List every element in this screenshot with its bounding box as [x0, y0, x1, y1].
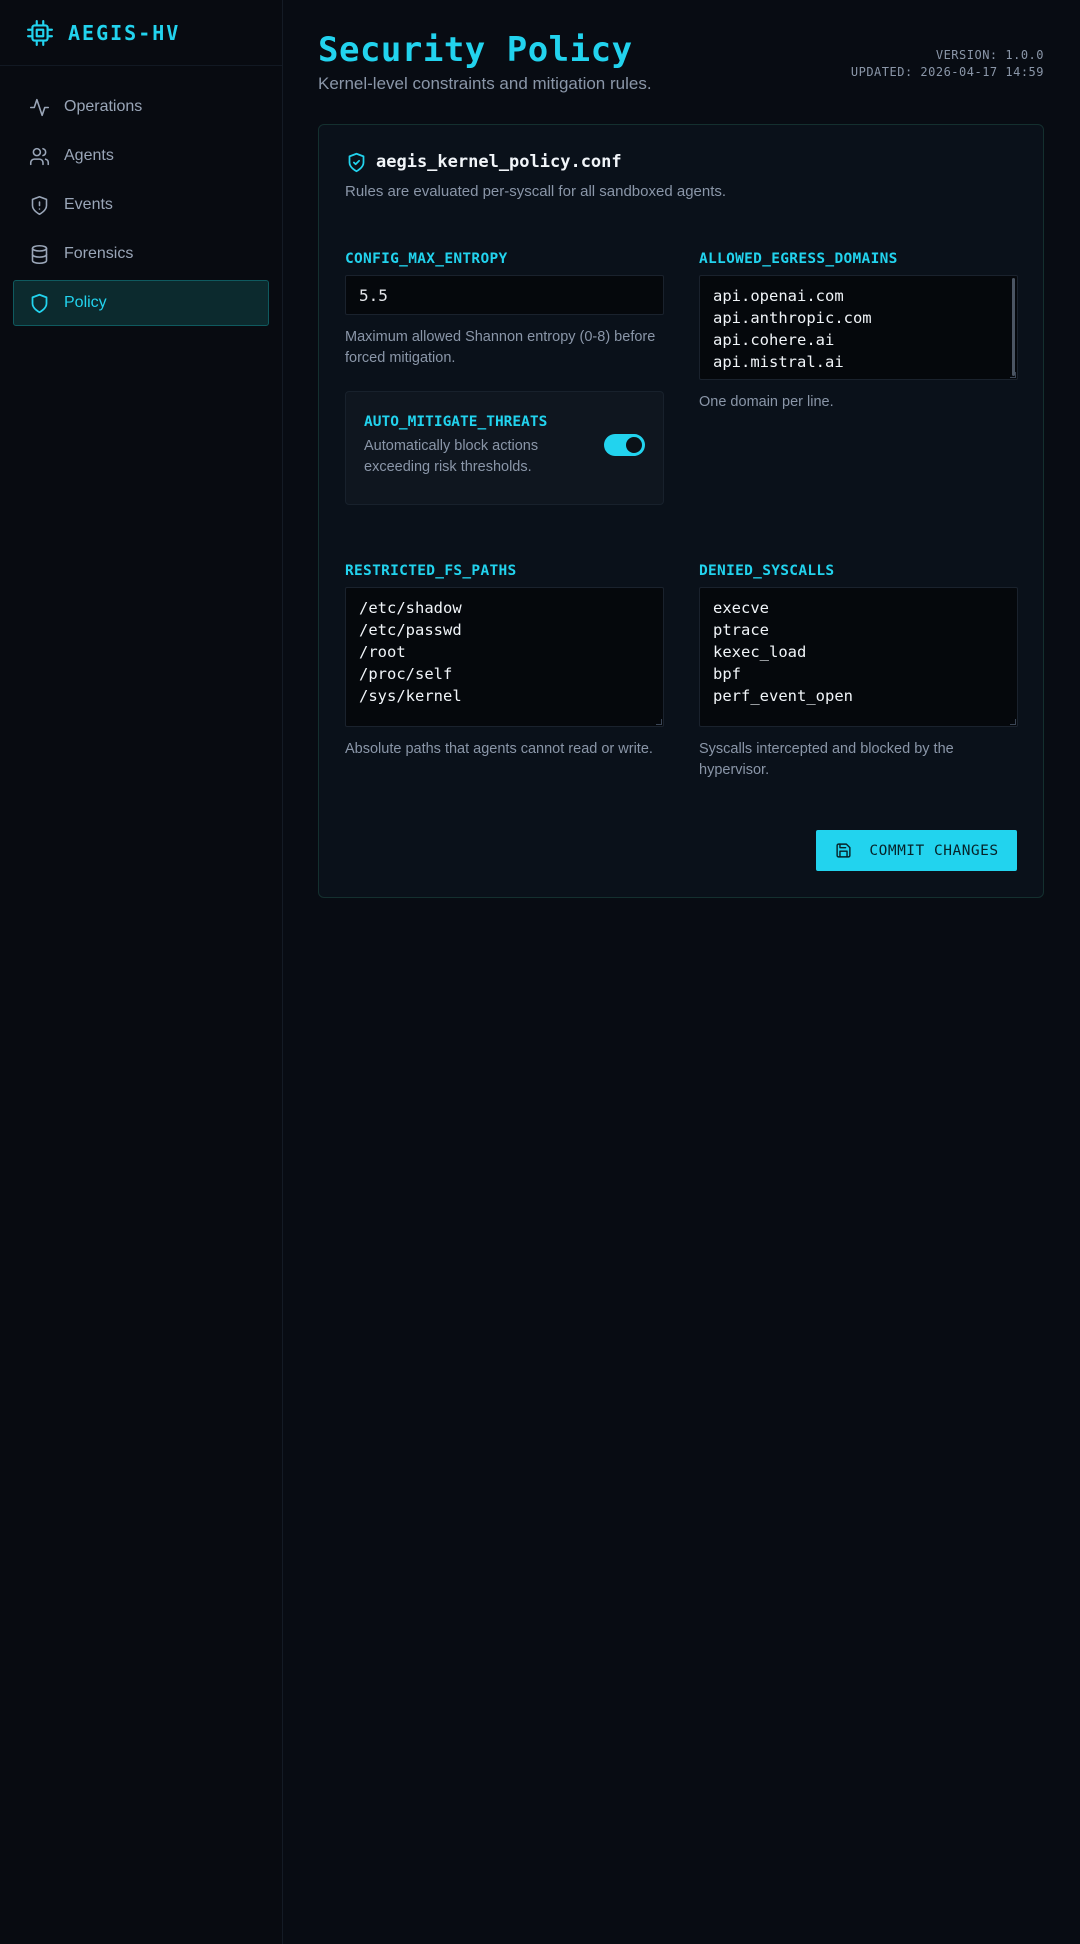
restricted-fs-paths-textarea[interactable]: /etc/shadow /etc/passwd /root /proc/self…: [345, 587, 664, 727]
field-help: One domain per line.: [699, 394, 834, 410]
textarea-line: perf_event_open: [713, 687, 853, 705]
textarea-scrollbar[interactable]: [1012, 278, 1015, 376]
sidebar-item-policy[interactable]: Policy: [13, 280, 269, 326]
max-entropy-field: CONFIG_MAX_ENTROPY 5.5 Maximum allowed S…: [345, 251, 664, 369]
textarea-line: ptrace: [713, 621, 769, 639]
textarea-line: /proc/self: [359, 665, 453, 683]
shield-check-icon: [345, 151, 367, 173]
textarea-line: /root: [359, 643, 406, 661]
policy-file-name: aegis_kernel_policy.conf: [376, 152, 622, 172]
field-label: CONFIG_MAX_ENTROPY: [345, 251, 508, 267]
textarea-line: kexec_load: [713, 643, 807, 661]
restricted-fs-paths-field: RESTRICTED_FS_PATHS /etc/shadow /etc/pas…: [345, 563, 664, 760]
textarea-line: /etc/shadow: [359, 599, 462, 617]
denied-syscalls-textarea[interactable]: execve ptrace kexec_load bpf perf_event_…: [699, 587, 1018, 727]
max-entropy-input[interactable]: 5.5: [345, 275, 664, 315]
textarea-line: /etc/passwd: [359, 621, 462, 639]
sidebar-item-label: Events: [64, 196, 113, 213]
shield-alert-icon: [28, 194, 50, 216]
textarea-line: api.mistral.ai: [713, 353, 844, 371]
app-name: AEGIS-HV: [68, 20, 181, 45]
commit-changes-button[interactable]: COMMIT CHANGES: [816, 830, 1017, 871]
sidebar-item-label: Agents: [64, 147, 114, 164]
egress-domains-field: ALLOWED_EGRESS_DOMAINS api.openai.com ap…: [699, 251, 1018, 413]
cpu-icon: [26, 19, 54, 47]
shield-icon: [28, 292, 50, 314]
sidebar-item-events[interactable]: Events: [13, 182, 269, 228]
sidebar-item-label: Operations: [64, 98, 143, 115]
sidebar-item-agents[interactable]: Agents: [13, 133, 269, 179]
auto-mitigate-panel: AUTO_MITIGATE_THREATS Automatically bloc…: [345, 391, 664, 505]
save-icon: [834, 842, 852, 860]
version-text: VERSION: 1.0.0: [935, 48, 1044, 62]
sidebar-nav: Operations Agents Events Forensics Polic…: [0, 66, 282, 326]
denied-syscalls-field: DENIED_SYSCALLS execve ptrace kexec_load…: [699, 563, 1018, 781]
page-subtitle: Kernel-level constraints and mitigation …: [318, 74, 652, 93]
sidebar-item-label: Policy: [64, 294, 107, 311]
resize-handle[interactable]: [656, 719, 662, 725]
resize-handle[interactable]: [1010, 719, 1016, 725]
textarea-line: api.openai.com: [713, 287, 844, 305]
field-help: Maximum allowed Shannon entropy (0-8) be…: [345, 329, 656, 366]
field-label: ALLOWED_EGRESS_DOMAINS: [699, 251, 898, 267]
policy-description: Rules are evaluated per-syscall for all …: [345, 183, 727, 200]
sidebar-item-label: Forensics: [64, 245, 134, 262]
activity-icon: [28, 96, 50, 118]
auto-mitigate-toggle[interactable]: [604, 434, 645, 456]
textarea-line: /sys/kernel: [359, 687, 462, 705]
page-header: Security Policy Kernel-level constraints…: [318, 0, 1044, 124]
textarea-line: api.anthropic.com: [713, 309, 872, 327]
commit-button-label: COMMIT CHANGES: [869, 842, 999, 859]
field-help: Syscalls intercepted and blocked by the …: [699, 741, 954, 778]
field-help: Absolute paths that agents cannot read o…: [345, 741, 653, 757]
textarea-line: execve: [713, 599, 769, 617]
sidebar: AEGIS-HV Operations Agents Events Forens…: [0, 0, 283, 1944]
field-label: RESTRICTED_FS_PATHS: [345, 563, 517, 579]
textarea-line: bpf: [713, 665, 741, 683]
brand[interactable]: AEGIS-HV: [0, 0, 282, 66]
main-content: Security Policy Kernel-level constraints…: [283, 0, 1080, 1944]
toggle-label: AUTO_MITIGATE_THREATS: [364, 414, 548, 430]
sidebar-item-forensics[interactable]: Forensics: [13, 231, 269, 277]
updated-timestamp: UPDATED: 2026-04-17 14:59: [850, 65, 1044, 79]
policy-card-header: aegis_kernel_policy.conf: [345, 151, 1017, 173]
field-label: DENIED_SYSCALLS: [699, 563, 835, 579]
toggle-description: Automatically block actions exceeding ri…: [364, 438, 539, 475]
database-icon: [28, 243, 50, 265]
resize-handle[interactable]: [1010, 372, 1016, 378]
version-meta: VERSION: 1.0.0 UPDATED: 2026-04-17 14:59: [851, 47, 1044, 81]
app-root: AEGIS-HV Operations Agents Events Forens…: [0, 0, 1080, 1944]
users-icon: [28, 145, 50, 167]
policy-card: aegis_kernel_policy.conf Rules are evalu…: [318, 124, 1044, 898]
textarea-line: api.cohere.ai: [713, 331, 835, 349]
page-title: Security Policy: [318, 30, 633, 70]
toggle-knob: [626, 437, 642, 453]
sidebar-item-operations[interactable]: Operations: [13, 84, 269, 130]
egress-domains-textarea[interactable]: api.openai.com api.anthropic.com api.coh…: [699, 275, 1018, 380]
